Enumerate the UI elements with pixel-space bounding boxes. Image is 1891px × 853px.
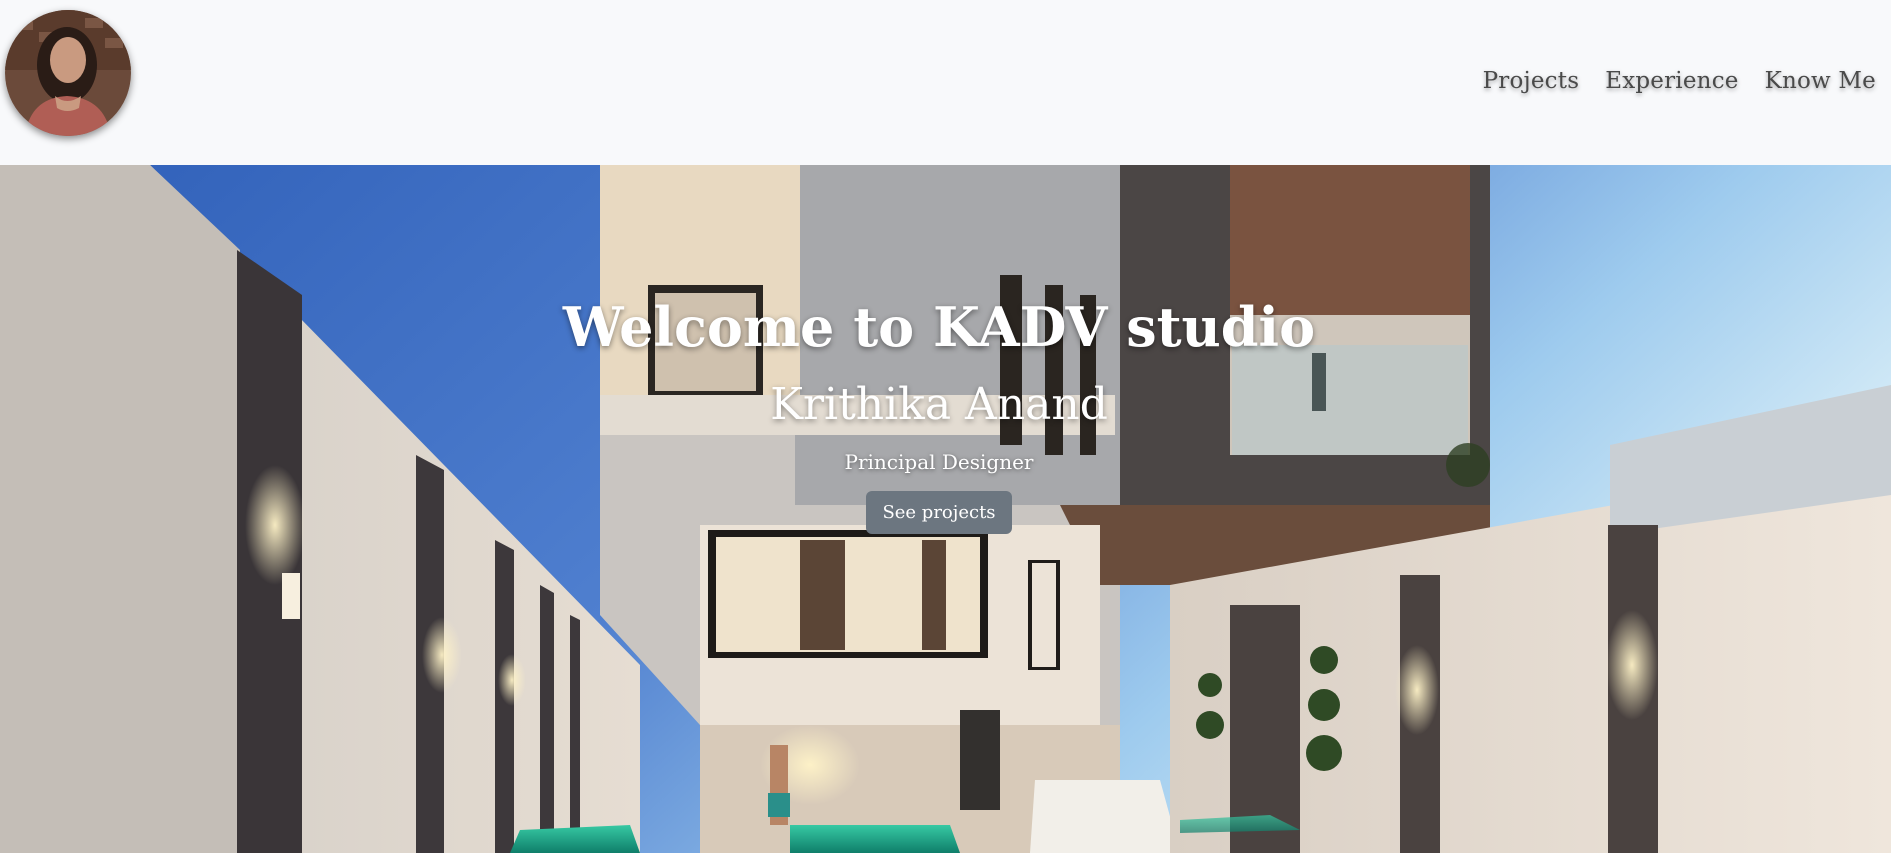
nav-link-know-me[interactable]: Know Me (1765, 68, 1876, 94)
hero-content: Welcome to KADV studio Krithika Anand Pr… (0, 295, 1878, 534)
main-nav: Projects Experience Know Me (1483, 68, 1876, 94)
hero-title: Welcome to KADV studio (562, 295, 1316, 359)
navbar: Projects Experience Know Me (0, 0, 1891, 165)
nav-link-experience[interactable]: Experience (1605, 68, 1738, 94)
hero-name: Krithika Anand (770, 379, 1108, 430)
hero-section: Welcome to KADV studio Krithika Anand Pr… (0, 165, 1891, 853)
avatar-image (5, 10, 131, 136)
profile-avatar[interactable] (5, 10, 131, 136)
see-projects-button[interactable]: See projects (866, 491, 1012, 534)
hero-role: Principal Designer (844, 450, 1034, 474)
nav-link-projects[interactable]: Projects (1483, 68, 1580, 94)
